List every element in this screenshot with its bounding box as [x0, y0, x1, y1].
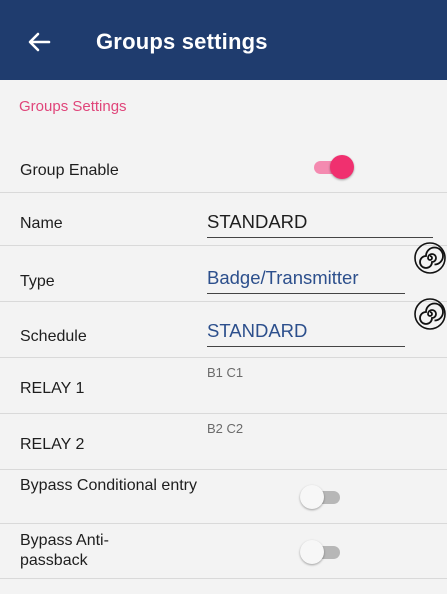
type-select-underline — [207, 293, 405, 294]
name-label: Name — [20, 215, 63, 232]
schedule-select[interactable]: STANDARD — [207, 320, 307, 342]
group-enable-row: Group Enable — [0, 137, 447, 193]
group-enable-label: Group Enable — [20, 162, 119, 179]
bypass-conditional-toggle[interactable] — [300, 484, 344, 510]
spiral-icon[interactable] — [414, 298, 446, 330]
bypass-antipassback-label: Bypass Anti-passback — [20, 532, 109, 569]
section-title: Groups Settings — [19, 98, 127, 115]
name-input-underline — [207, 237, 433, 238]
name-input[interactable]: STANDARD — [207, 211, 307, 233]
schedule-label: Schedule — [20, 328, 87, 345]
schedule-select-underline — [207, 346, 405, 347]
group-enable-toggle[interactable] — [310, 154, 354, 180]
bypass-antipassback-row: Bypass Anti-passback — [0, 524, 447, 579]
relay1-row[interactable]: RELAY 1 B1 C1 — [0, 358, 447, 414]
relay1-value: B1 C1 — [207, 365, 244, 380]
type-select[interactable]: Badge/Transmitter — [207, 267, 359, 289]
bypass-conditional-row: Bypass Conditional entry — [0, 470, 447, 524]
bypass-conditional-label: Bypass Conditional entry — [20, 477, 197, 494]
relay1-label: RELAY 1 — [20, 380, 85, 397]
back-button[interactable] — [22, 24, 58, 60]
page-title: Groups settings — [96, 29, 268, 54]
schedule-row: Schedule STANDARD — [0, 298, 447, 358]
relay2-row[interactable]: RELAY 2 B2 C2 — [0, 414, 447, 470]
bypass-antipassback-toggle[interactable] — [300, 539, 344, 565]
toggle-thumb — [330, 155, 354, 179]
toggle-thumb — [300, 540, 324, 564]
spiral-icon[interactable] — [414, 242, 446, 274]
type-row: Type Badge/Transmitter — [0, 242, 447, 302]
app-bar: Groups settings — [0, 0, 447, 80]
arrow-back-icon — [28, 32, 51, 52]
toggle-thumb — [300, 485, 324, 509]
relay2-value: B2 C2 — [207, 421, 244, 436]
type-label: Type — [20, 273, 55, 290]
relay2-label: RELAY 2 — [20, 436, 85, 453]
name-row: Name STANDARD — [0, 193, 447, 246]
